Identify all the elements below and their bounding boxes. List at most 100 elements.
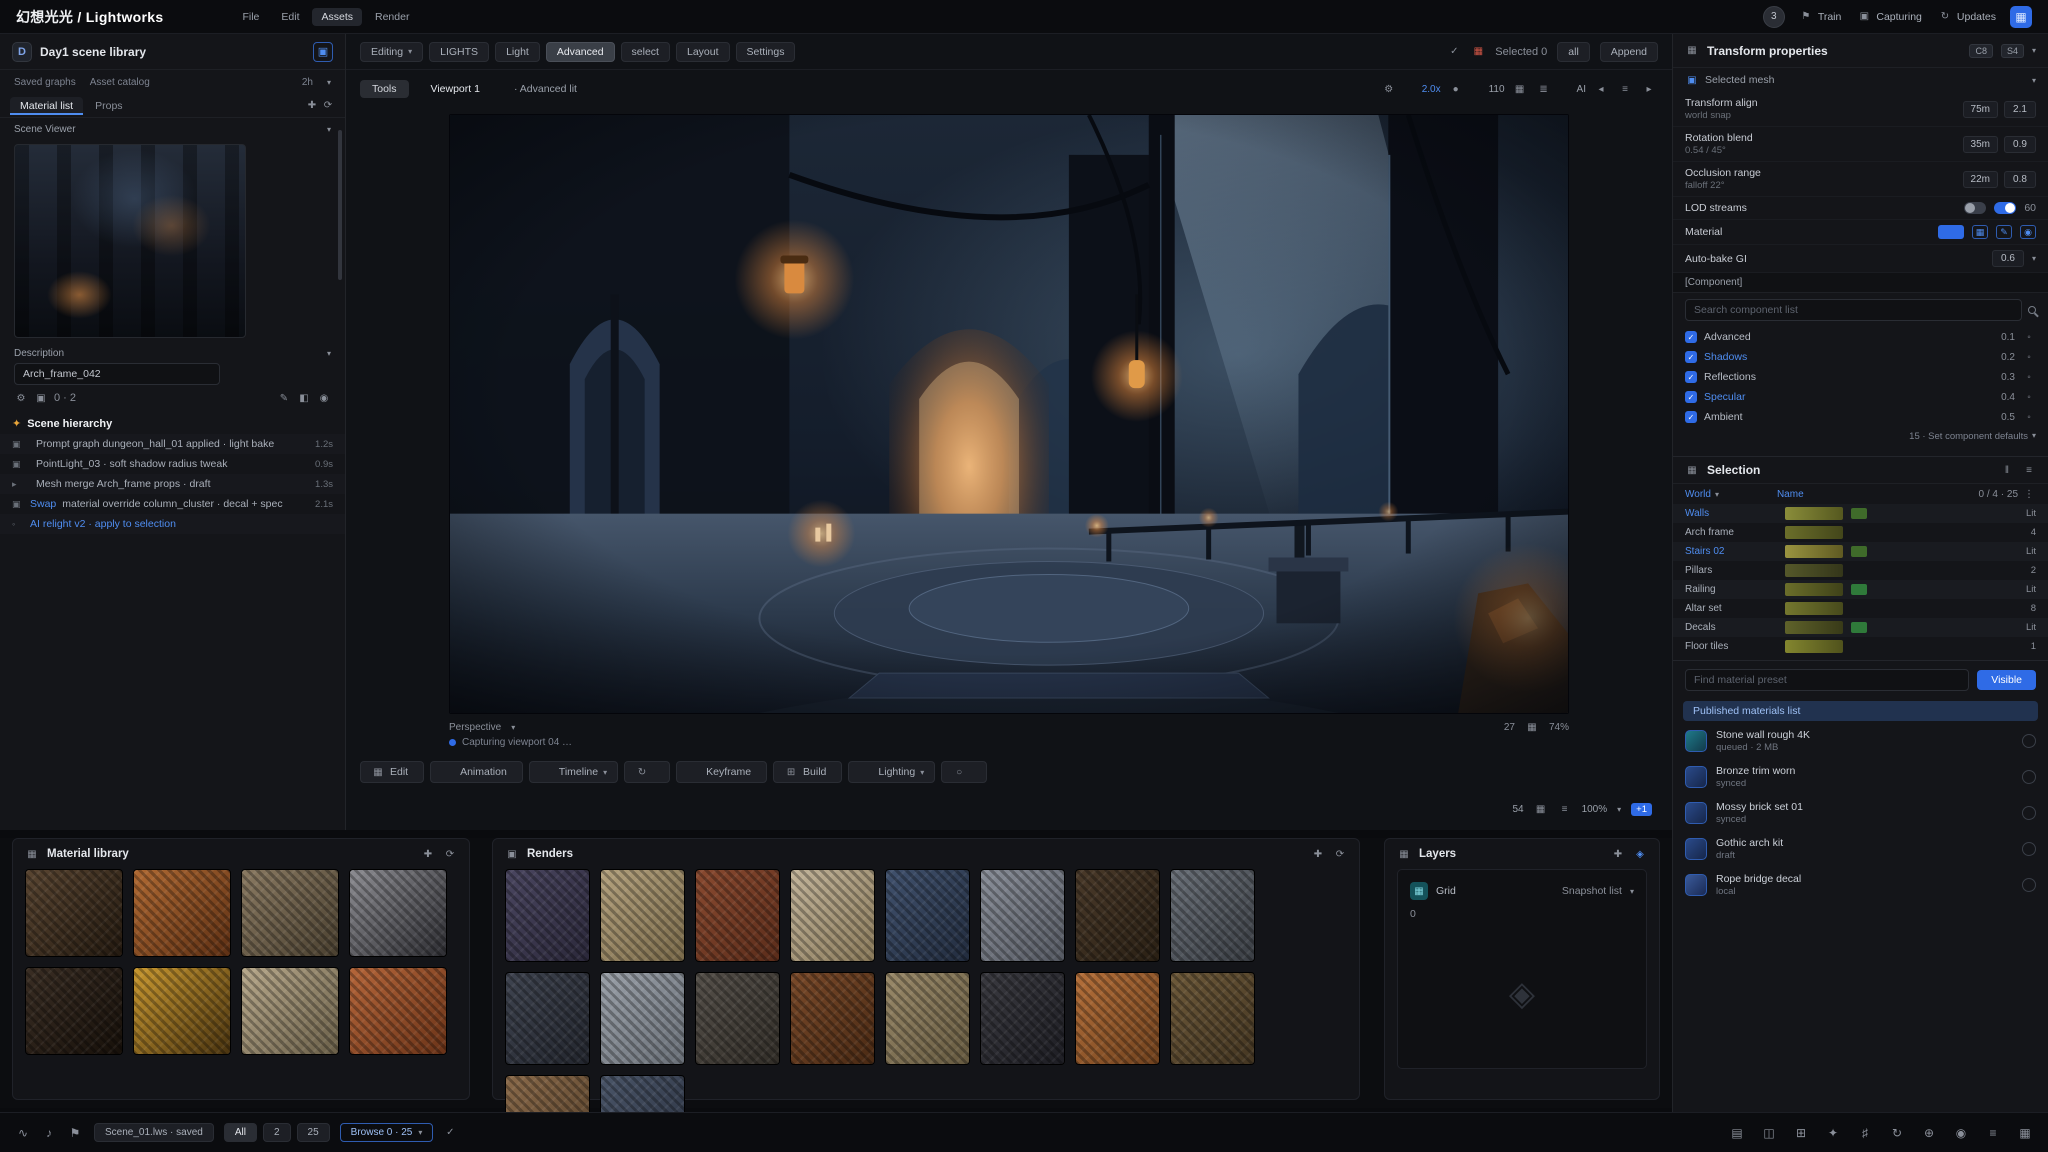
texture-tile[interactable]: [980, 972, 1065, 1065]
topbar-action[interactable]: ▣Capturing: [1857, 10, 1922, 24]
history-item[interactable]: ▣ PointLight_03 · soft shadow radius twe…: [0, 454, 345, 474]
texture-tile[interactable]: [505, 972, 590, 1065]
property-value-a[interactable]: 22m: [1963, 171, 1998, 188]
history-item[interactable]: ◦ AI relight v2 · apply to selection: [0, 514, 345, 534]
property-row[interactable]: Occlusion range falloff 22° 22m 0.8: [1673, 162, 2048, 197]
component-row[interactable]: ✓ Ambient 0.5 ◦: [1673, 407, 2048, 427]
browse-counter[interactable]: Browse 0 · 25 ▾: [340, 1123, 434, 1142]
book-icon[interactable]: ▣: [34, 391, 48, 405]
plus-one-badge[interactable]: +1: [1631, 803, 1652, 816]
mode-button[interactable]: Advanced: [546, 42, 615, 62]
component-circle-icon[interactable]: ◦: [2022, 410, 2036, 424]
statusbar-icon[interactable]: ⚑: [66, 1124, 84, 1142]
component-circle-icon[interactable]: ◦: [2022, 330, 2036, 344]
chevron-down-icon[interactable]: ▾: [327, 125, 331, 134]
component-circle-icon[interactable]: ◦: [2022, 390, 2036, 404]
published-item-status-ring[interactable]: [2022, 770, 2036, 784]
component-value[interactable]: 0.5: [2001, 412, 2015, 423]
component-checkbox[interactable]: ✓: [1685, 331, 1697, 343]
view-tab[interactable]: Props: [85, 97, 132, 115]
chevron-down-icon[interactable]: ▾: [2032, 76, 2036, 85]
chevron-down-icon[interactable]: ▾: [327, 78, 331, 87]
grid-icon[interactable]: ▦: [1525, 720, 1539, 734]
texture-tile[interactable]: [349, 869, 447, 957]
chevron-down-icon[interactable]: ▾: [511, 723, 515, 732]
component-value[interactable]: 0.3: [2001, 372, 2015, 383]
texture-tile[interactable]: [980, 869, 1065, 962]
viewport-tool-button[interactable]: Lighting▾: [848, 761, 935, 783]
outliner-row[interactable]: Arch frame 4: [1673, 523, 2048, 542]
selected-mesh-row[interactable]: ▣ Selected mesh ▾: [1673, 68, 2048, 92]
texture-tile[interactable]: [133, 967, 231, 1055]
add-icon[interactable]: ✚: [421, 847, 435, 861]
viewport-top-icon[interactable]: ●: [1449, 82, 1465, 96]
library-book-button[interactable]: ▣: [313, 42, 333, 62]
statusbar-icon[interactable]: ✦: [1824, 1124, 1842, 1142]
component-defaults-link[interactable]: 15 · Set component defaults ▾: [1673, 427, 2048, 450]
property-value-b[interactable]: 2.1: [2004, 101, 2036, 118]
texture-tile[interactable]: [790, 972, 875, 1065]
menu-icon[interactable]: ≡: [2022, 463, 2036, 477]
pen-icon[interactable]: ✎: [277, 391, 291, 405]
property-row[interactable]: Rotation blend 0.54 / 45° 35m 0.9: [1673, 127, 2048, 162]
column-world[interactable]: World: [1685, 489, 1711, 500]
texture-tile[interactable]: [600, 869, 685, 962]
outliner-row[interactable]: Railing Lit: [1673, 580, 2048, 599]
component-group-header[interactable]: [Component]: [1673, 273, 2048, 293]
published-item-status-ring[interactable]: [2022, 806, 2036, 820]
texture-tile[interactable]: [505, 869, 590, 962]
add-icon[interactable]: ✚: [1611, 847, 1625, 861]
palette-icon[interactable]: ◧: [297, 391, 311, 405]
outliner-row[interactable]: Floor tiles 1: [1673, 637, 2048, 656]
topbar-action[interactable]: ⚑Train: [1799, 10, 1842, 24]
frame-name-input[interactable]: [14, 363, 220, 385]
mode-button[interactable]: Settings: [736, 42, 796, 62]
statusbar-icon[interactable]: ♪: [40, 1124, 58, 1142]
material-color-swatch[interactable]: [1938, 225, 1964, 239]
item-link[interactable]: AI relight v2 · apply to selection: [30, 518, 176, 530]
zoom-level[interactable]: 100%: [1582, 804, 1608, 815]
viewport-top-icon[interactable]: ▸: [1642, 82, 1658, 96]
component-value[interactable]: 0.1: [2001, 332, 2015, 343]
texture-tile[interactable]: [349, 967, 447, 1055]
property-value-a[interactable]: 75m: [1963, 101, 1998, 118]
chevron-down-icon[interactable]: ▾: [1715, 490, 1719, 499]
lod-toggle-off[interactable]: [1964, 202, 1986, 214]
published-item-status-ring[interactable]: [2022, 878, 2036, 892]
outliner-row[interactable]: Walls Lit: [1673, 504, 2048, 523]
mode-button[interactable]: Light: [495, 42, 540, 62]
material-eye-icon[interactable]: ◉: [2020, 225, 2036, 239]
component-checkbox[interactable]: ✓: [1685, 411, 1697, 423]
component-checkbox[interactable]: ✓: [1685, 391, 1697, 403]
meta-asset-catalog[interactable]: Asset catalog: [90, 77, 150, 88]
mode-dropdown[interactable]: Editing ▾: [360, 42, 423, 62]
viewport-top-icon[interactable]: ≡: [1618, 82, 1634, 96]
texture-tile[interactable]: [695, 869, 780, 962]
refresh-icon[interactable]: ⟳: [443, 847, 457, 861]
component-row[interactable]: ✓ Advanced 0.1 ◦: [1673, 327, 2048, 347]
menu-icon[interactable]: ≡: [1558, 802, 1572, 816]
component-value[interactable]: 0.2: [2001, 352, 2015, 363]
property-value-b[interactable]: 0.8: [2004, 171, 2036, 188]
statusbar-filter-badge[interactable]: All: [224, 1123, 257, 1142]
statusbar-icon[interactable]: ▤: [1728, 1124, 1746, 1142]
topbar-action[interactable]: ↻Updates: [1938, 10, 1996, 24]
history-item[interactable]: ▸ Mesh merge Arch_frame props · draft 1.…: [0, 474, 345, 494]
texture-tile[interactable]: [885, 869, 970, 962]
texture-tile[interactable]: [885, 972, 970, 1065]
chevron-down-icon[interactable]: ▾: [2032, 254, 2036, 263]
viewport-top-icon[interactable]: 2.0x: [1406, 82, 1441, 96]
viewport-top-icon[interactable]: ≣: [1537, 82, 1553, 96]
outliner-row[interactable]: Pillars 2: [1673, 561, 2048, 580]
mode-button[interactable]: Layout: [676, 42, 730, 62]
material-pen-icon[interactable]: ✎: [1996, 225, 2012, 239]
published-list-header[interactable]: Published materials list: [1683, 701, 2038, 721]
tools-tab[interactable]: Tools: [360, 80, 409, 98]
component-circle-icon[interactable]: ◦: [2022, 370, 2036, 384]
component-checkbox[interactable]: ✓: [1685, 351, 1697, 363]
component-row[interactable]: ✓ Shadows 0.2 ◦: [1673, 347, 2048, 367]
outliner-row[interactable]: Decals Lit: [1673, 618, 2048, 637]
component-search-input[interactable]: [1685, 299, 2022, 321]
history-item[interactable]: ▣ Swap material override column_cluster …: [0, 494, 345, 514]
avatar[interactable]: 3: [1763, 6, 1785, 28]
